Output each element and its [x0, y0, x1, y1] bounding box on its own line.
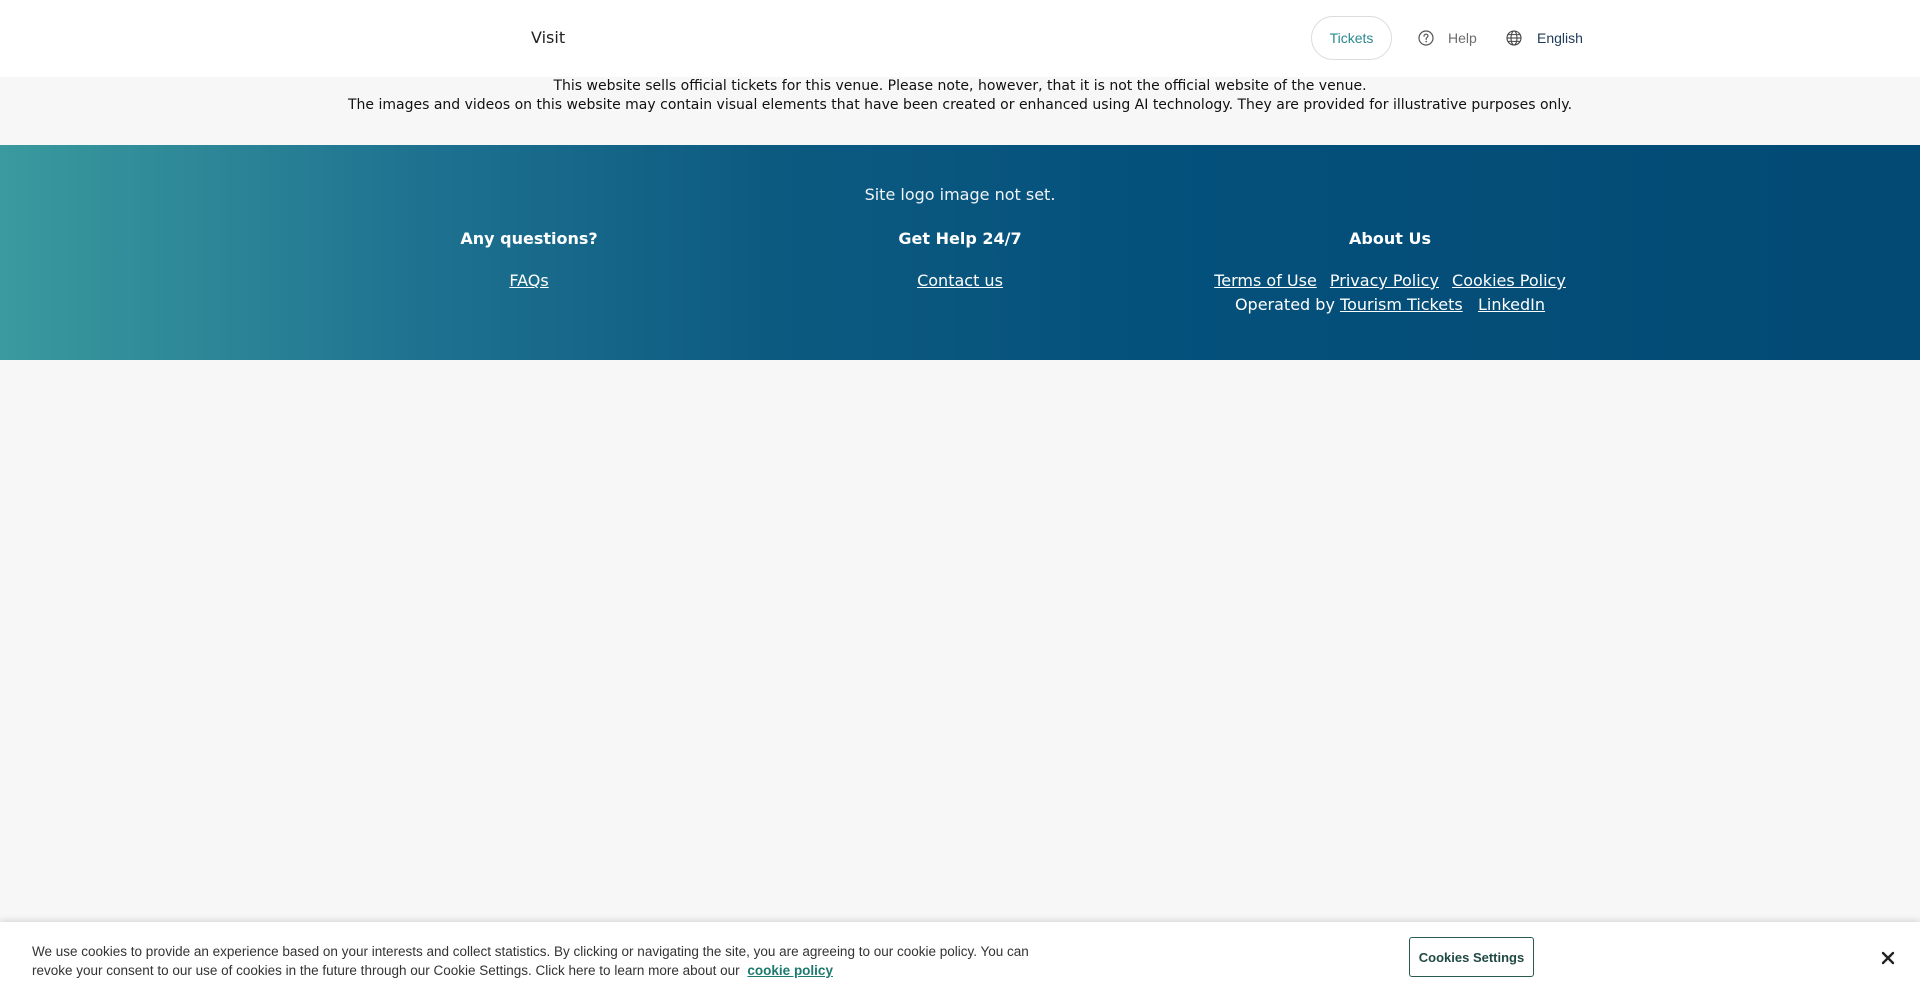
footer-col-questions: Any questions? FAQs	[319, 229, 739, 290]
cookie-policy-link[interactable]: cookie policy	[747, 963, 833, 978]
nav-visit-link[interactable]: Visit	[531, 28, 565, 47]
disclaimer-line-2: The images and videos on this website ma…	[347, 97, 1573, 113]
footer-col-about: About Us Terms of Use Privacy Policy Coo…	[1180, 229, 1600, 315]
contact-us-link[interactable]: Contact us	[917, 271, 1003, 290]
question-circle-icon	[1418, 30, 1434, 46]
close-icon[interactable]	[1876, 946, 1900, 970]
globe-icon	[1506, 30, 1522, 46]
disclaimer-line-1: This website sells official tickets for …	[553, 78, 1367, 94]
site-footer: Site logo image not set. Any questions? …	[0, 145, 1920, 360]
operated-by-label: Operated by	[1234, 295, 1335, 314]
site-logo-placeholder: Site logo image not set.	[864, 185, 1056, 204]
faqs-link[interactable]: FAQs	[509, 271, 548, 290]
cookies-policy-link[interactable]: Cookies Policy	[1452, 271, 1566, 290]
cookie-banner: We use cookies to provide an experience …	[0, 922, 1920, 993]
about-heading: About Us	[1349, 229, 1431, 248]
disclaimer: This website sells official tickets for …	[0, 77, 1920, 145]
help-label: Help	[1448, 30, 1477, 46]
cookie-text: We use cookies to provide an experience …	[32, 942, 1052, 980]
site-header: Visit Tickets Help English	[0, 0, 1920, 77]
cookies-settings-button[interactable]: Cookies Settings	[1409, 937, 1534, 977]
questions-heading: Any questions?	[460, 229, 598, 248]
tourism-tickets-link[interactable]: Tourism Tickets	[1340, 295, 1463, 314]
footer-col-help: Get Help 24/7 Contact us	[750, 229, 1170, 290]
privacy-policy-link[interactable]: Privacy Policy	[1330, 271, 1439, 290]
linkedin-link[interactable]: LinkedIn	[1478, 295, 1545, 314]
language-label: English	[1537, 30, 1583, 46]
about-links: Terms of Use Privacy Policy Cookies Poli…	[1180, 271, 1600, 291]
language-selector[interactable]: English	[1506, 28, 1583, 48]
cookie-message: We use cookies to provide an experience …	[32, 944, 1029, 978]
help-link[interactable]: Help	[1418, 28, 1477, 48]
operated-by-row: Operated by Tourism Tickets LinkedIn	[1180, 295, 1600, 315]
terms-of-use-link[interactable]: Terms of Use	[1214, 271, 1317, 290]
help-heading: Get Help 24/7	[898, 229, 1022, 248]
tickets-button[interactable]: Tickets	[1311, 16, 1392, 60]
